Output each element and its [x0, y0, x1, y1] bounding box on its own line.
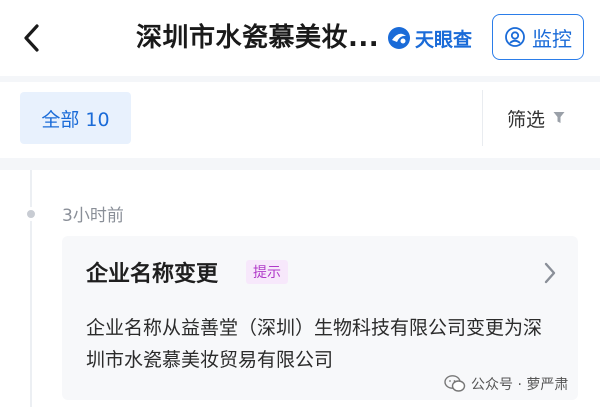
top-navbar: 深圳市水瓷慕美妆... 天眼查 监控: [0, 0, 600, 76]
event-title: 企业名称变更: [86, 262, 219, 287]
watermark-text: 公众号 · 萝严肃: [471, 377, 569, 393]
filter-funnel-icon: [553, 112, 565, 123]
brand-logo: 天眼查: [386, 24, 472, 52]
filter-label: 筛选: [507, 108, 546, 131]
tab-all[interactable]: 全部 10: [20, 92, 131, 144]
timeline-dot: [24, 207, 38, 221]
watermark: 公众号 · 萝严肃: [444, 372, 568, 396]
filter-bar: 全部 10 筛选: [0, 82, 600, 158]
event-tag-label: 提示: [253, 265, 281, 281]
monitor-label: 监控: [532, 26, 572, 51]
wechat-icon: [444, 375, 466, 392]
page-title: 深圳市水瓷慕美妆...: [136, 23, 380, 53]
back-button[interactable]: [14, 18, 50, 58]
filter-button[interactable]: 筛选: [507, 102, 565, 134]
monitor-icon: [505, 27, 525, 47]
tab-all-label: 全部 10: [41, 108, 110, 131]
event-tag: 提示: [246, 260, 288, 284]
tianyancha-logo-icon: [388, 27, 410, 49]
chevron-left-icon: [24, 24, 39, 52]
chevron-right-icon: [544, 262, 556, 284]
divider: [0, 158, 600, 170]
monitor-button[interactable]: 监控: [492, 14, 584, 60]
timeline-line: [30, 170, 32, 407]
timeline-time: 3小时前: [62, 206, 124, 226]
brand-name: 天眼查: [415, 28, 473, 51]
event-description: 企业名称从益善堂（深圳）生物科技有限公司变更为深圳市水瓷慕美妆贸易有限公司: [86, 317, 543, 371]
filter-separator: [482, 90, 483, 146]
